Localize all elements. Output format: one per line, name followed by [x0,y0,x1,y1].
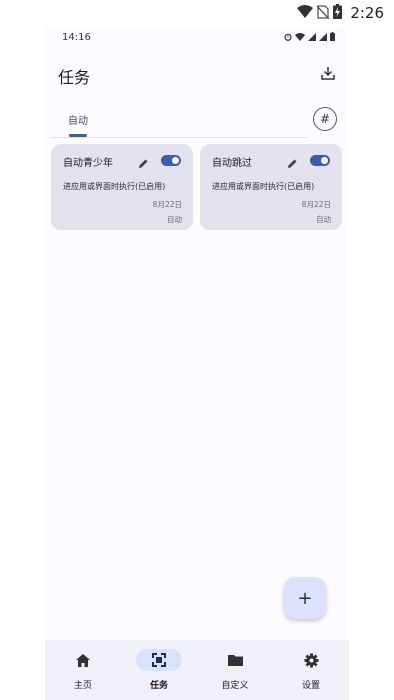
task-date: 8月22日 [152,200,182,209]
nav-label: 主页 [73,681,92,691]
toggle-knob [321,157,328,164]
download-button[interactable] [317,62,339,84]
task-date: 8月22日 [301,200,331,209]
folder-icon [227,655,243,666]
alarm-icon [284,33,292,41]
tab-auto[interactable]: 自动 [68,112,88,127]
task-tag: 自动 [167,215,182,224]
home-icon [76,653,90,667]
nav-item-home[interactable]: 主页 [45,640,121,700]
device-status-bar: 2:26 [0,0,394,26]
toggle-knob [172,157,179,164]
page-title: 任务 [58,68,91,87]
edit-button[interactable] [286,155,298,168]
device-status-icons [297,4,342,19]
app-clock: 14:16 [62,32,91,43]
task-name: 自动跳过 [212,158,252,169]
plus-icon: + [297,587,313,609]
pencil-icon [139,159,148,168]
device-clock: 2:26 [350,4,384,22]
settings-icon [304,653,318,667]
app-status-bar: 14:16 [45,26,349,50]
edit-button[interactable] [137,155,149,168]
pencil-icon [288,159,297,168]
signal-icon [308,32,316,41]
download-icon [321,67,335,80]
app-screen: 14:16 任务 自动 # 自动青少年 进应用或界面时执行(已启用) 8月22日… [45,26,349,700]
nav-item-tasks[interactable]: 任务 [121,640,197,700]
nav-label: 设置 [301,681,320,691]
add-task-button[interactable]: + [284,577,326,619]
wifi-icon [295,32,305,41]
bottom-nav: 主页 任务 自定义 设置 [45,640,349,700]
hash-icon: # [319,112,331,126]
task-card[interactable]: 自动跳过 进应用或界面时执行(已启用) 8月22日 自动 [200,144,342,230]
task-card[interactable]: 自动青少年 进应用或界面时执行(已启用) 8月22日 自动 [51,144,193,230]
nav-label: 自定义 [221,681,249,691]
no-sim-icon [317,4,329,19]
task-tag: 自动 [316,215,331,224]
signal-icon [319,32,327,41]
task-description: 进应用或界面时执行(已启用) [63,182,166,191]
task-icon [152,653,166,667]
tab-divider [51,137,307,138]
nav-item-custom[interactable]: 自定义 [197,640,273,700]
app-status-icons [284,32,335,41]
enable-toggle[interactable] [161,155,181,166]
nav-label: 任务 [149,681,168,691]
battery-icon [330,32,335,41]
nav-item-settings[interactable]: 设置 [273,640,349,700]
enable-toggle[interactable] [310,155,330,166]
hash-button[interactable]: # [313,107,337,131]
task-description: 进应用或界面时执行(已启用) [212,182,315,191]
task-name: 自动青少年 [63,158,113,169]
wifi-icon [297,5,313,18]
battery-charging-icon [333,4,342,19]
